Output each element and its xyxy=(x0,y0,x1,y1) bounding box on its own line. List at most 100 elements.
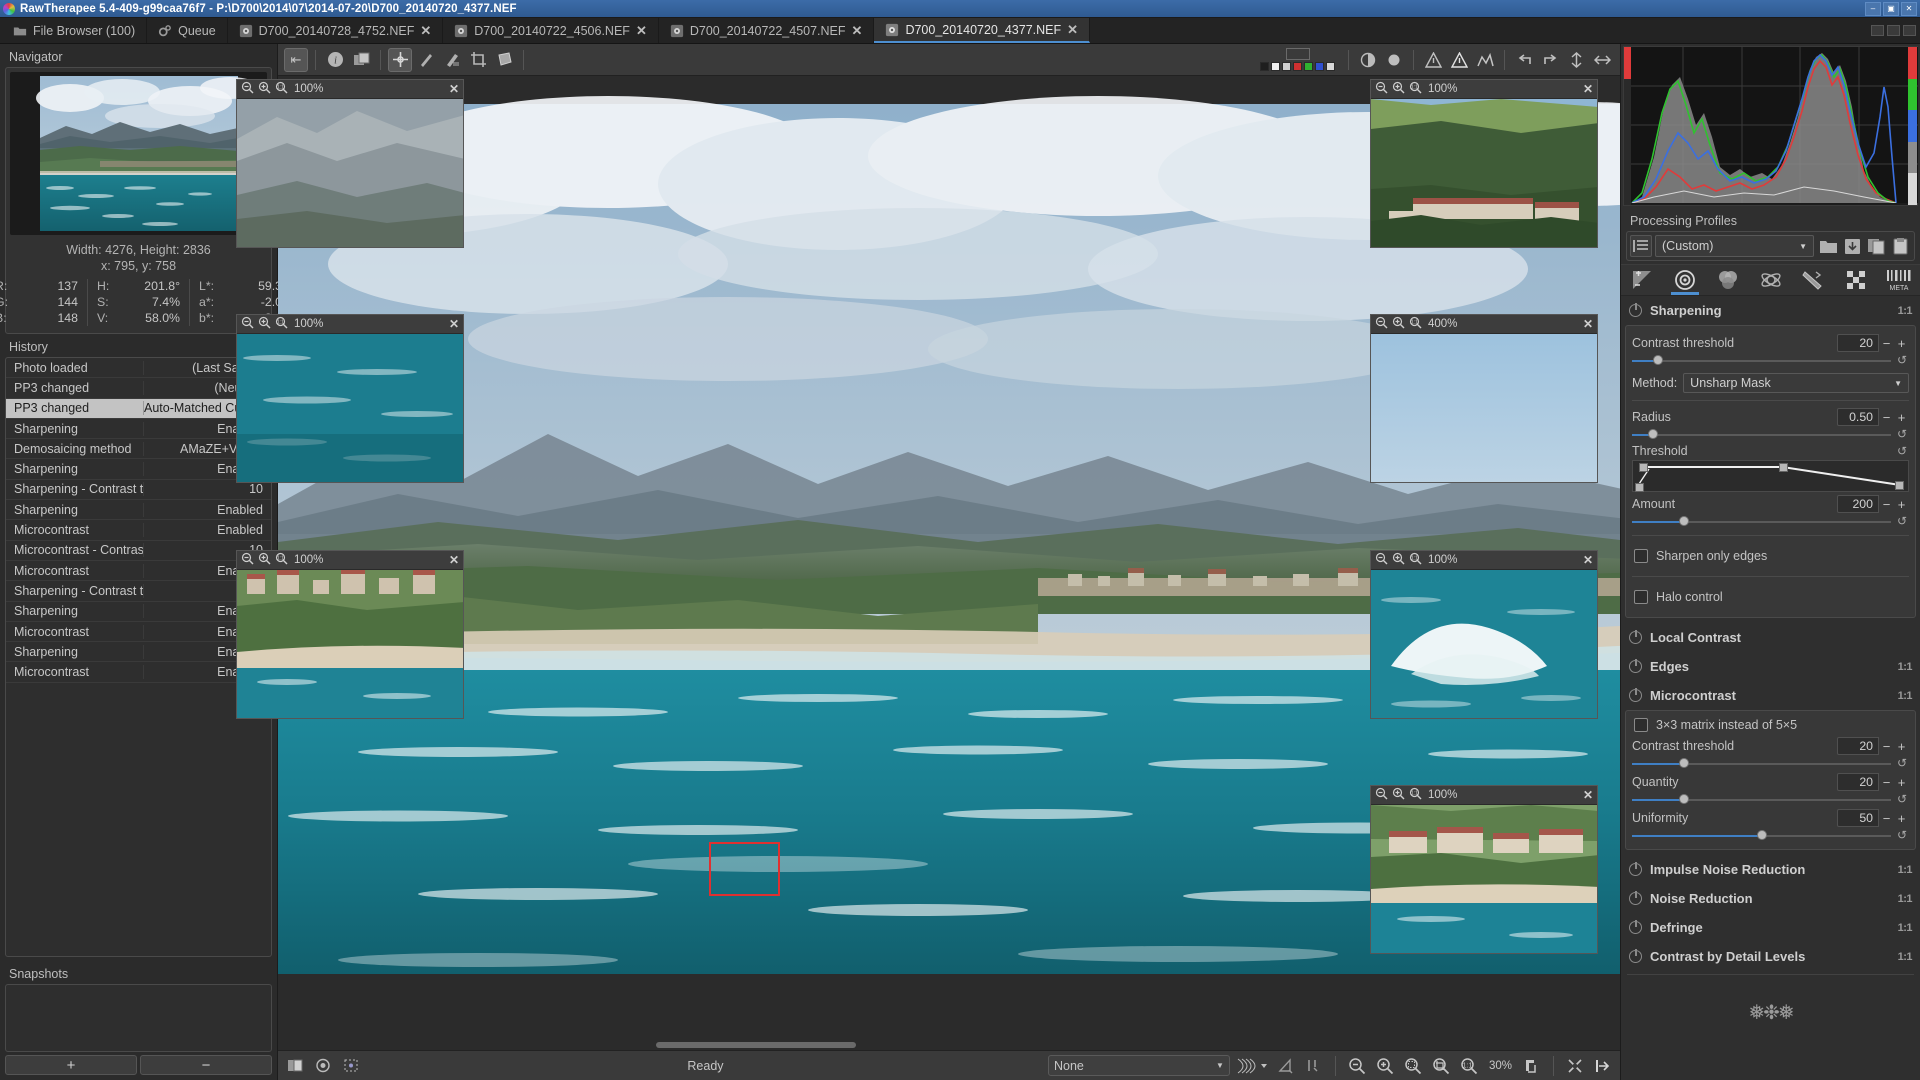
plus-icon[interactable]: + xyxy=(1894,495,1909,513)
uniformity-stepper[interactable]: 50 − + xyxy=(1837,809,1909,827)
zoom-100-icon[interactable]: 1:1 xyxy=(275,316,288,332)
power-icon[interactable] xyxy=(1629,688,1642,702)
remove-snapshot-button[interactable]: − xyxy=(140,1055,272,1075)
navigator-thumbnail[interactable] xyxy=(10,72,267,235)
window-maximize-icon[interactable] xyxy=(1887,25,1900,36)
perspective-icon[interactable] xyxy=(492,48,516,72)
neutral-background-icon[interactable] xyxy=(1356,48,1380,72)
history-row[interactable]: SharpeningEnabled xyxy=(6,642,271,663)
detail-window-town[interactable]: 1:1 100% ✕ xyxy=(236,550,464,719)
tab-d700-4752[interactable]: D700_20140728_4752.NEF ✕ xyxy=(228,18,444,43)
sharpen-only-edges-checkbox[interactable] xyxy=(1634,549,1648,563)
detail-window-image[interactable] xyxy=(1371,334,1597,482)
zoom-in-icon[interactable] xyxy=(1392,81,1405,97)
power-icon[interactable] xyxy=(1629,949,1642,963)
mc-contrast-threshold-stepper[interactable]: 20 − + xyxy=(1837,737,1909,755)
add-snapshot-button[interactable]: + xyxy=(5,1055,137,1075)
power-icon[interactable] xyxy=(1629,891,1642,905)
rotate-right-icon[interactable] xyxy=(1538,48,1562,72)
tab-raw[interactable] xyxy=(1835,265,1878,295)
detail-window-button[interactable] xyxy=(1285,48,1310,60)
clipping-chips[interactable] xyxy=(1260,62,1335,71)
detail-window-hillside[interactable]: 1:1 100% ✕ xyxy=(1370,79,1598,248)
minus-icon[interactable]: − xyxy=(1879,773,1894,791)
detail-window-mountain[interactable]: 1:1 100% ✕ xyxy=(236,79,464,248)
sharpen-only-edges-row[interactable]: Sharpen only edges xyxy=(1632,543,1909,569)
section-header-noise-reduction[interactable]: Noise Reduction 1:1 xyxy=(1621,884,1920,913)
history-row[interactable]: Photo loaded (Last Saved) xyxy=(6,358,271,379)
amount-value[interactable]: 200 xyxy=(1837,495,1879,513)
zoom-100-icon[interactable]: 1:1 xyxy=(1409,787,1422,803)
gray-background-icon[interactable] xyxy=(1382,48,1406,72)
detail-window-image[interactable] xyxy=(237,570,463,718)
tab-close-icon[interactable]: ✕ xyxy=(852,24,863,37)
detail-window-close-icon[interactable]: ✕ xyxy=(1583,553,1593,567)
reset-icon[interactable]: ↺ xyxy=(1895,353,1909,367)
history-row[interactable]: MicrocontrastEnabled xyxy=(6,520,271,541)
tab-file-browser[interactable]: File Browser (100) xyxy=(2,18,148,43)
zoom-100-button[interactable]: 1:1 xyxy=(1457,1055,1481,1077)
profile-list-icon[interactable] xyxy=(1630,235,1652,257)
histogram-toggle-icon[interactable] xyxy=(1473,48,1497,72)
mc-contrast-threshold-value[interactable]: 20 xyxy=(1837,737,1879,755)
scrollbar-thumb[interactable] xyxy=(656,1042,856,1048)
curve-handle[interactable] xyxy=(1639,463,1648,472)
tab-transform[interactable] xyxy=(1792,265,1835,295)
matrix-3x3-row[interactable]: 3×3 matrix instead of 5×5 xyxy=(1632,716,1909,734)
detail-window-image[interactable] xyxy=(1371,570,1597,718)
minus-icon[interactable]: − xyxy=(1879,737,1894,755)
zoom-out-button[interactable] xyxy=(1345,1055,1369,1077)
tab-metadata[interactable]: META xyxy=(1877,265,1920,295)
zoom-in-icon[interactable] xyxy=(258,552,271,568)
histogram-panel[interactable] xyxy=(1623,46,1918,206)
history-row[interactable]: SharpeningEnabled xyxy=(6,500,271,521)
zoom-fit-crop-button[interactable] xyxy=(1429,1055,1453,1077)
power-icon[interactable] xyxy=(1629,303,1642,317)
load-profile-button[interactable] xyxy=(1817,235,1839,257)
profile-select[interactable]: (Custom) ▼ xyxy=(1655,235,1814,257)
copy-profile-button[interactable] xyxy=(1865,235,1887,257)
zoom-100-icon[interactable]: 1:1 xyxy=(1409,81,1422,97)
reset-icon[interactable]: ↺ xyxy=(1895,444,1909,458)
zoom-in-icon[interactable] xyxy=(258,81,271,97)
reset-icon[interactable]: ↺ xyxy=(1895,792,1909,806)
straighten-icon[interactable] xyxy=(414,48,438,72)
history-row[interactable]: SharpeningEnabled xyxy=(6,459,271,480)
detail-window-water[interactable]: 1:1 100% ✕ xyxy=(236,314,464,483)
detail-window-image[interactable] xyxy=(237,99,463,247)
minus-icon[interactable]: − xyxy=(1879,809,1894,827)
quantity-value[interactable]: 20 xyxy=(1837,773,1879,791)
zoom-fit-button[interactable] xyxy=(1401,1055,1425,1077)
plus-icon[interactable]: + xyxy=(1894,408,1909,426)
section-header-defringe[interactable]: Defringe 1:1 xyxy=(1621,913,1920,942)
uniformity-value[interactable]: 50 xyxy=(1837,809,1879,827)
soft-proofing-profile-select[interactable]: None ▼ xyxy=(1047,1055,1230,1076)
section-header-local-contrast[interactable]: Local Contrast xyxy=(1621,623,1920,652)
reset-icon[interactable]: ↺ xyxy=(1895,756,1909,770)
contrast-threshold-value[interactable]: 20 xyxy=(1837,334,1879,352)
minus-icon[interactable]: − xyxy=(1879,495,1894,513)
zoom-100-icon[interactable]: 1:1 xyxy=(1409,316,1422,332)
navigate-icon[interactable] xyxy=(339,1055,363,1077)
hide-right-panel-button[interactable] xyxy=(1591,1055,1615,1077)
tool-panel-scroll[interactable]: Sharpening 1:1 Contrast threshold 20 − + xyxy=(1621,296,1920,1080)
power-icon[interactable] xyxy=(1629,659,1642,673)
amount-slider[interactable] xyxy=(1632,515,1891,528)
zoom-out-icon[interactable] xyxy=(1375,787,1388,803)
before-after-icon[interactable] xyxy=(349,48,373,72)
tab-d700-4506[interactable]: D700_20140722_4506.NEF ✕ xyxy=(443,18,659,43)
zoom-out-icon[interactable] xyxy=(1375,81,1388,97)
maximize-button[interactable]: ▣ xyxy=(1883,1,1899,16)
zoom-out-icon[interactable] xyxy=(241,552,254,568)
history-row[interactable]: MicrocontrastEnabled xyxy=(6,561,271,582)
expand-view-button[interactable] xyxy=(1563,1055,1587,1077)
plus-icon[interactable]: + xyxy=(1894,773,1909,791)
info-icon[interactable]: i xyxy=(323,48,347,72)
reset-icon[interactable]: ↺ xyxy=(1895,514,1909,528)
zoom-in-icon[interactable] xyxy=(1392,552,1405,568)
zoom-out-icon[interactable] xyxy=(1375,552,1388,568)
detail-window-close-icon[interactable]: ✕ xyxy=(1583,82,1593,96)
zoom-out-icon[interactable] xyxy=(1375,316,1388,332)
detail-window-coast[interactable]: 1:1 100% ✕ xyxy=(1370,785,1598,954)
detail-window-close-icon[interactable]: ✕ xyxy=(449,82,459,96)
